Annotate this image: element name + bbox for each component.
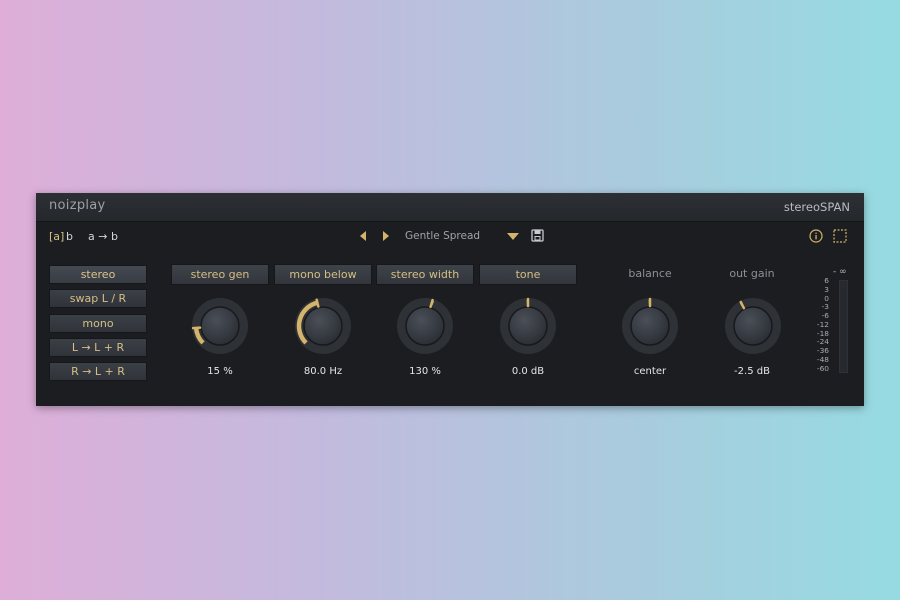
brand-logo: noizplay [49, 198, 106, 213]
mono-below-value: 80.0 Hz [303, 366, 343, 377]
save-icon[interactable] [531, 229, 544, 242]
triangle-left-icon[interactable] [357, 229, 369, 243]
stereo-width-value: 130 % [409, 366, 441, 377]
meter-tick-label: -60 [816, 363, 829, 373]
tone-value: 0.0 dB [511, 366, 545, 377]
mode-stereo-button[interactable]: stereo [49, 265, 147, 284]
tone-button[interactable]: tone [479, 264, 577, 285]
out-gain-value: -2.5 dB [734, 366, 770, 377]
stereo-width-knob[interactable] [394, 295, 456, 357]
product-name: stereoSPAN [783, 200, 850, 214]
knob-indicator [315, 298, 320, 308]
out-gain-label: out gain [729, 267, 775, 280]
mono-below-knob[interactable] [292, 295, 354, 357]
meter-infinity-label: - ∞ [833, 267, 847, 277]
out-gain-knob[interactable] [722, 295, 784, 357]
ab-slot-b[interactable]: b [66, 230, 73, 243]
tone-knob[interactable] [497, 295, 559, 357]
ab-slot-a[interactable]: [a] [49, 230, 64, 243]
stereo-gen-button[interactable]: stereo gen [171, 264, 269, 285]
plugin-window: noizplay stereoSPAN [a] b a → b Gentle S… [36, 193, 864, 406]
ab-copy-button[interactable]: a → b [88, 230, 118, 243]
mode-right-to-both-button[interactable]: R → L + R [49, 362, 147, 381]
stereo-gen-knob[interactable] [189, 295, 251, 357]
output-level-meter [839, 280, 848, 373]
balance-value: center [633, 366, 667, 377]
triangle-right-icon[interactable] [380, 229, 392, 243]
meter-scale: 6 3 0 -3 -6 -12 -18 -24 -36 -48 -60 [815, 276, 829, 373]
balance-knob[interactable] [619, 295, 681, 357]
resize-icon[interactable] [833, 229, 847, 243]
mode-swap-button[interactable]: swap L / R [49, 289, 147, 308]
stereo-width-button[interactable]: stereo width [376, 264, 474, 285]
mono-below-button[interactable]: mono below [274, 264, 372, 285]
title-bar: noizplay stereoSPAN [36, 193, 864, 222]
info-icon[interactable] [809, 229, 823, 243]
mode-left-to-both-button[interactable]: L → L + R [49, 338, 147, 357]
balance-label: balance [628, 267, 672, 280]
knob-indicator [191, 326, 202, 330]
stereo-gen-value: 15 % [207, 366, 233, 377]
mode-mono-button[interactable]: mono [49, 314, 147, 333]
triangle-down-icon[interactable] [506, 231, 520, 241]
preset-name[interactable]: Gentle Spread [405, 230, 480, 242]
